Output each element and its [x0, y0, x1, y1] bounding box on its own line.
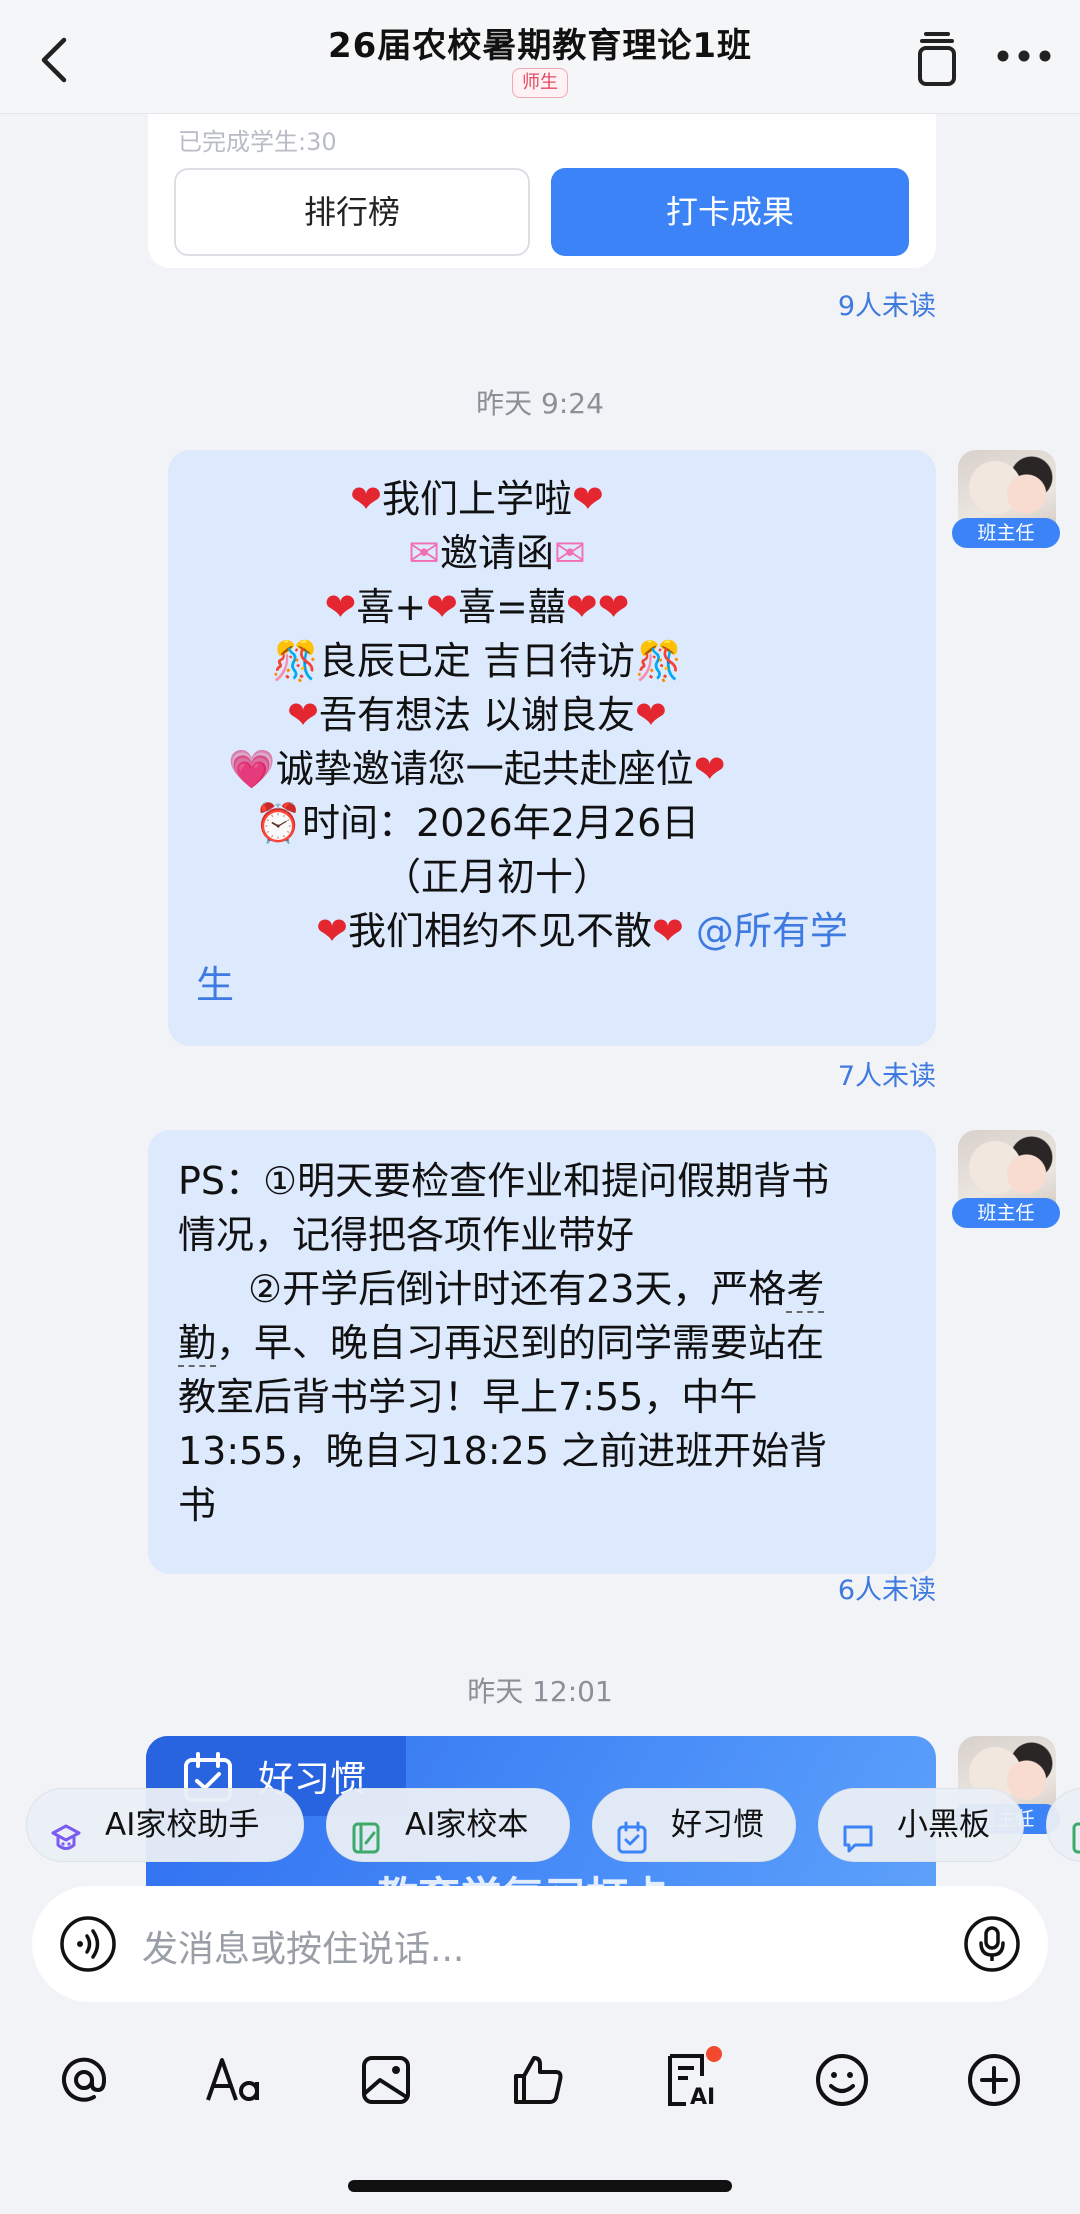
- plus-icon[interactable]: [964, 2050, 1024, 2110]
- ai-assistant-icon: [49, 1809, 83, 1850]
- message-line: 邀请函: [439, 531, 554, 575]
- thumbs-up-icon[interactable]: [508, 2050, 568, 2110]
- ranking-button[interactable]: 排行榜: [174, 168, 530, 256]
- svg-text:AI: AI: [690, 2085, 715, 2110]
- home-indicator[interactable]: [348, 2180, 732, 2192]
- notebook-icon: [1069, 1809, 1080, 1854]
- chip-ai-assistant[interactable]: AI家校助手: [26, 1788, 304, 1862]
- ai-doc-icon[interactable]: AI: [660, 2046, 722, 2110]
- notebook-icon: [349, 1809, 383, 1854]
- message-bubble[interactable]: PS：①明天要检查作业和提问假期背书 情况，记得把各项作业带好 ②开学后倒计时还…: [148, 1130, 936, 1574]
- sender-tag: 班主任: [952, 518, 1060, 548]
- at-icon[interactable]: [54, 2050, 114, 2110]
- microphone-icon[interactable]: [962, 1914, 1022, 1978]
- timestamp: 昨天 9:24: [476, 387, 604, 420]
- board-icon: [841, 1809, 875, 1853]
- message-list[interactable]: 已完成学生:30 排行榜 打卡成果 9人未读 昨天 9:24 ❤我们上学啦❤ ✉…: [0, 114, 1080, 1894]
- message-line: 书: [178, 1483, 217, 1527]
- chip-blackboard[interactable]: 小黑板: [818, 1788, 1024, 1862]
- notification-dot: [706, 2046, 722, 2062]
- message-bubble[interactable]: ❤我们上学啦❤ ✉邀请函✉ ❤喜+❤喜=囍❤❤ 🎊良辰已定 吉日待访🎊 ❤吾有想…: [168, 450, 936, 1046]
- group-type-badge: 师生: [512, 68, 568, 98]
- message-line: 喜+: [356, 585, 427, 629]
- message-line: 考: [786, 1267, 825, 1313]
- message-line: （正月初十）: [382, 855, 611, 899]
- read-status[interactable]: 7人未读: [838, 1054, 936, 1093]
- emoji-icon[interactable]: [812, 2050, 872, 2110]
- message-line: 13:55，晚自习18:25 之前进班开始背: [178, 1429, 828, 1473]
- chip-label: 小黑板: [897, 1807, 990, 1843]
- more-icon[interactable]: [996, 48, 1052, 67]
- message-line: 教室后背书学习！早上7:55，中午: [178, 1375, 758, 1419]
- quick-actions: AI家校助手 AI家校本 好习惯 小黑板: [0, 1788, 1080, 1868]
- checkin-result-button[interactable]: 打卡成果: [551, 168, 909, 256]
- chip-ai-notebook[interactable]: AI家校本: [326, 1788, 570, 1862]
- message-line: 诚挚邀请您一起共赴座位: [275, 747, 694, 791]
- sender-tag: 班主任: [952, 1198, 1060, 1228]
- message-line: ，早、晚自习再迟到的同学需要站在: [216, 1321, 825, 1365]
- chip-more[interactable]: [1046, 1788, 1080, 1862]
- font-icon[interactable]: [204, 2050, 264, 2110]
- chip-label: AI家校助手: [105, 1807, 260, 1843]
- voice-icon[interactable]: [58, 1914, 118, 1978]
- message-input[interactable]: 发消息或按住说话...: [142, 1920, 464, 1972]
- message-input-bar[interactable]: 发消息或按住说话...: [32, 1886, 1048, 2002]
- message-line: 我们上学啦: [381, 477, 572, 521]
- chat-header: 26届农校暑期教育理论1班 师生: [0, 0, 1080, 114]
- message-line: 勤: [178, 1321, 217, 1367]
- message-line: PS：①明天要检查作业和提问假期背书: [178, 1159, 830, 1203]
- input-toolbar: AI: [0, 2030, 1080, 2130]
- message-line: 喜=囍: [458, 585, 566, 629]
- message-line: 良辰已定 吉日待访: [318, 639, 636, 683]
- mention-all[interactable]: 生: [196, 963, 234, 1007]
- message-line: ②开学后倒计时还有23天，严格: [248, 1267, 787, 1311]
- chip-label: 好习惯: [671, 1807, 764, 1843]
- calendar-check-icon: [615, 1809, 649, 1854]
- image-icon[interactable]: [356, 2050, 416, 2110]
- message-line: 吾有想法 以谢良友: [318, 693, 636, 737]
- read-status[interactable]: 6人未读: [838, 1568, 936, 1607]
- mention-all[interactable]: @所有学: [696, 909, 848, 953]
- chip-label: AI家校本: [405, 1807, 529, 1843]
- message-line: 时间：2026年2月26日: [302, 801, 700, 845]
- chip-good-habit[interactable]: 好习惯: [592, 1788, 796, 1862]
- message-line: 我们相约不见不散: [347, 909, 652, 953]
- cup-icon[interactable]: [912, 32, 962, 92]
- completed-count: 已完成学生:30: [178, 128, 337, 156]
- timestamp: 昨天 12:01: [467, 1675, 613, 1708]
- message-line: 情况，记得把各项作业带好: [178, 1213, 635, 1257]
- read-status[interactable]: 9人未读: [838, 284, 936, 323]
- checkin-card: 已完成学生:30 排行榜 打卡成果: [148, 114, 936, 268]
